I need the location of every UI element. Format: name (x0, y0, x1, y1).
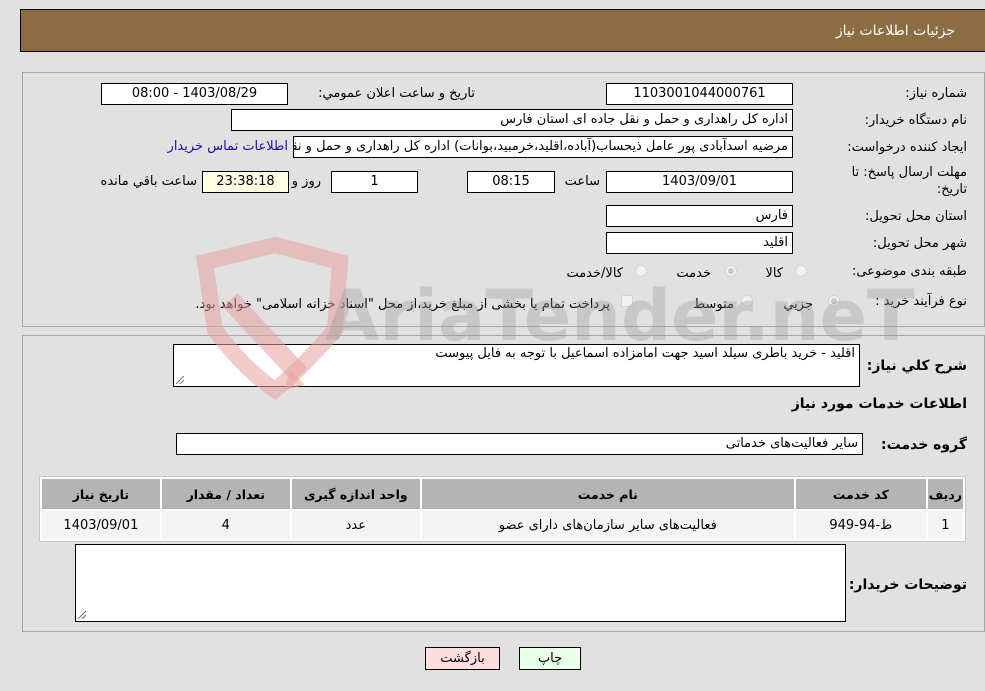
deadline-date-field: 1403/09/01 (606, 171, 793, 193)
deadline-label-date: تاریخ: (936, 182, 967, 197)
category-option-goods-service: کالا/خدمت (566, 266, 623, 281)
treasury-note: پرداخت تمام یا بخشی از مبلغ خرید،از محل … (195, 297, 610, 312)
category-radio-goods-service[interactable] (635, 265, 647, 277)
purchase-type-option-medium: متوسط (693, 297, 734, 312)
cell-row-number: 1 (927, 511, 963, 539)
category-option-goods: کالا (765, 266, 783, 281)
buyer-notes-textarea[interactable] (75, 544, 846, 622)
category-radio-goods[interactable] (795, 265, 807, 277)
purchase-type-label: نوع فرآیند خرید : (875, 294, 967, 309)
requester-label: ایجاد کننده درخواست: (847, 140, 967, 155)
announce-datetime-field: 1403/08/29 - 08:00 (101, 83, 288, 105)
announce-datetime-label: تاریخ و ساعت اعلان عمومي: (318, 86, 475, 101)
buyer-notes-label: توضیحات خریدار: (848, 577, 967, 593)
table-header-row: ردیف کد خدمت نام خدمت واحد اندازه گیری ت… (42, 479, 963, 509)
buyer-org-label: نام دستگاه خریدار: (864, 113, 967, 128)
cell-service-code: ط-94-949 (795, 511, 926, 539)
requester-field: مرضیه اسدآبادی پور عامل ذیحساب(آباده،اقل… (293, 136, 793, 158)
cell-unit: عدد (291, 511, 420, 539)
col-header-need-date: تاریخ نیاز (42, 479, 160, 509)
purchase-type-radio-medium[interactable] (741, 295, 753, 307)
deadline-time-field: 08:15 (467, 171, 555, 193)
print-button[interactable]: چاپ (519, 647, 581, 670)
col-header-service-name: نام خدمت (421, 479, 794, 509)
need-number-field: 1103001044000761 (606, 83, 793, 105)
col-header-unit: واحد اندازه گیری (291, 479, 420, 509)
col-header-quantity: تعداد / مقدار (161, 479, 290, 509)
services-table: ردیف کد خدمت نام خدمت واحد اندازه گیری ت… (39, 476, 966, 542)
city-label: شهر محل تحویل: (872, 236, 967, 251)
need-number-label: شماره نیاز: (905, 86, 967, 101)
back-button[interactable]: بازگشت (425, 647, 500, 670)
buyer-org-field: اداره کل راهداری و حمل و نقل جاده ای است… (231, 109, 793, 131)
deadline-time-label: ساعت (564, 174, 600, 189)
description-text: اقلید - خرید باطری سیلد اسید جهت امامزاد… (435, 346, 855, 361)
deadline-label: مهلت ارسال پاسخ: تا (851, 165, 967, 180)
purchase-type-radio-minor[interactable] (828, 295, 840, 307)
resize-grip-icon[interactable] (176, 376, 184, 384)
province-field: فارس (606, 205, 793, 227)
col-header-service-code: کد خدمت (795, 479, 926, 509)
service-group-field: سایر فعالیت‌های خدماتی (176, 433, 863, 455)
remaining-label: ساعت باقي مانده (100, 174, 197, 189)
cell-service-name: فعالیت‌های سایر سازمان‌های دارای عضو (421, 511, 794, 539)
page-title: جزئیات اطلاعات نیاز (835, 23, 955, 39)
page-header: جزئیات اطلاعات نیاز (20, 9, 985, 52)
description-textarea[interactable]: اقلید - خرید باطری سیلد اسید جهت امامزاد… (173, 344, 860, 387)
services-section-title: اطلاعات خدمات مورد نیاز (791, 396, 967, 412)
buyer-contact-link[interactable]: اطلاعات تماس خریدار (168, 139, 288, 154)
category-radio-service[interactable] (725, 265, 737, 277)
city-field: اقلید (606, 232, 793, 254)
service-group-label: گروه خدمت: (881, 437, 967, 453)
cell-quantity: 4 (161, 511, 290, 539)
days-field: 1 (331, 171, 418, 193)
col-header-row-number: ردیف (927, 479, 963, 509)
days-label: روز و (291, 174, 321, 189)
category-label: طبقه بندی موضوعی: (851, 264, 967, 279)
remaining-time-field: 23:38:18 (202, 171, 289, 193)
description-label: شرح کلي نیاز: (866, 358, 967, 374)
table-row: 1 ط-94-949 فعالیت‌های سایر سازمان‌های دا… (42, 511, 963, 539)
resize-grip-icon[interactable] (78, 611, 86, 619)
cell-need-date: 1403/09/01 (42, 511, 160, 539)
category-option-service: خدمت (676, 266, 711, 281)
treasury-checkbox[interactable] (621, 295, 633, 307)
province-label: استان محل تحویل: (865, 209, 967, 224)
purchase-type-option-minor: جزيي (783, 297, 813, 312)
